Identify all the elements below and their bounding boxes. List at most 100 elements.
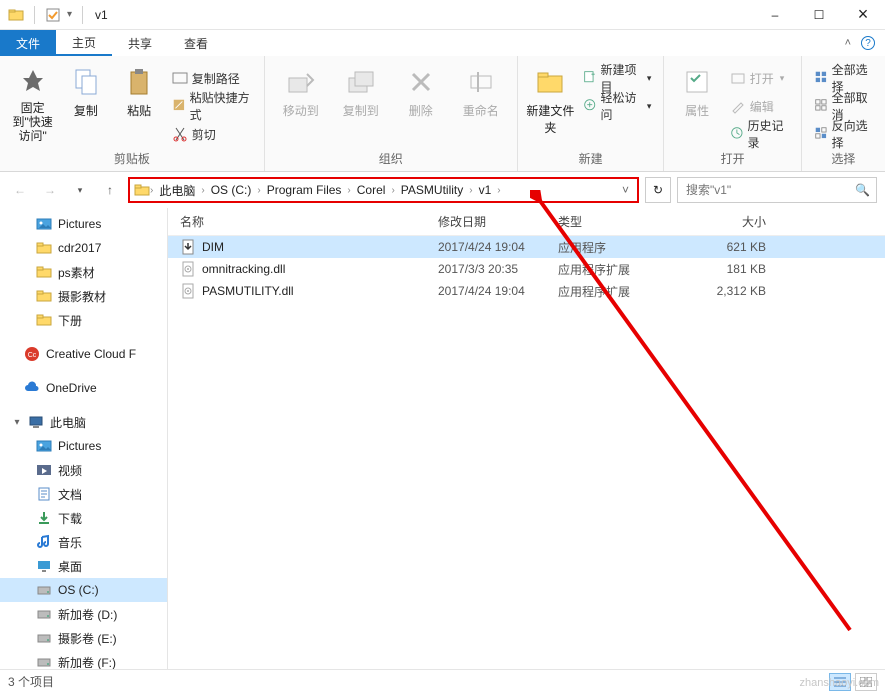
paste-button[interactable]: 粘贴 bbox=[115, 60, 164, 119]
recent-dropdown[interactable]: ▾ bbox=[68, 178, 92, 202]
sidebar-item-label: OS (C:) bbox=[58, 583, 99, 597]
sidebar-item-label: 此电脑 bbox=[50, 414, 86, 431]
up-button[interactable]: ↑ bbox=[98, 178, 122, 202]
sidebar-item[interactable]: 桌面 bbox=[0, 554, 167, 578]
chevron-right-icon[interactable]: › bbox=[201, 185, 204, 196]
sidebar-item[interactable]: 新加卷 (D:) bbox=[0, 602, 167, 626]
breadcrumb-item[interactable]: OS (C:) bbox=[207, 179, 256, 201]
sidebar-item[interactable]: 摄影卷 (E:) bbox=[0, 626, 167, 650]
edit-button[interactable]: 编辑 bbox=[726, 94, 793, 118]
column-size[interactable]: 大小 bbox=[666, 213, 786, 230]
select-none-button[interactable]: 全部取消 bbox=[810, 94, 877, 118]
chevron-right-icon[interactable]: › bbox=[469, 185, 472, 196]
cc-icon: Cc bbox=[24, 346, 40, 362]
sidebar-item[interactable]: 摄影教材 bbox=[0, 284, 167, 308]
qat-dropdown-icon[interactable]: ▾ bbox=[67, 9, 72, 20]
file-row[interactable]: PASMUTILITY.dll2017/4/24 19:04应用程序扩展2,31… bbox=[168, 280, 885, 302]
column-name[interactable]: 名称 bbox=[168, 213, 426, 230]
maximize-button[interactable]: ☐ bbox=[797, 0, 841, 30]
new-folder-button[interactable]: 新建文件夹 bbox=[526, 60, 575, 136]
refresh-button[interactable]: ↻ bbox=[645, 177, 671, 203]
pin-quick-access-button[interactable]: 固定到"快速访问" bbox=[8, 60, 57, 143]
minimize-button[interactable]: – bbox=[753, 0, 797, 30]
search-icon[interactable]: 🔍 bbox=[855, 183, 870, 197]
cut-button[interactable]: 剪切 bbox=[168, 122, 256, 146]
copy-button[interactable]: 复制 bbox=[61, 60, 110, 119]
column-date[interactable]: 修改日期 bbox=[426, 213, 546, 230]
properties-button[interactable]: 属性 bbox=[672, 60, 721, 119]
rename-button[interactable]: 重命名 bbox=[453, 60, 509, 119]
tab-file[interactable]: 文件 bbox=[0, 30, 56, 56]
sidebar-item[interactable]: OneDrive bbox=[0, 376, 167, 400]
sidebar-item[interactable]: 新加卷 (F:) bbox=[0, 650, 167, 669]
sidebar-item[interactable]: cdr2017 bbox=[0, 236, 167, 260]
column-headers[interactable]: 名称 修改日期 类型 大小 bbox=[168, 208, 885, 236]
pictures-icon bbox=[36, 438, 52, 454]
tab-home[interactable]: 主页 bbox=[56, 30, 112, 56]
chevron-right-icon[interactable]: › bbox=[497, 185, 500, 196]
open-button[interactable]: 打开▾ bbox=[726, 66, 793, 90]
ribbon-group-new: 新建文件夹 新建项目▾ 轻松访问▾ 新建 bbox=[518, 56, 665, 171]
caret-icon[interactable]: ▾ bbox=[12, 417, 22, 428]
sidebar-item[interactable]: 音乐 bbox=[0, 530, 167, 554]
chevron-right-icon[interactable]: › bbox=[257, 185, 260, 196]
help-icon[interactable]: ? bbox=[861, 36, 875, 50]
paste-shortcut-button[interactable]: 粘贴快捷方式 bbox=[168, 94, 256, 118]
checkbox-icon[interactable] bbox=[45, 7, 61, 23]
sidebar-item[interactable]: Pictures bbox=[0, 212, 167, 236]
sidebar-item[interactable]: ▾ 此电脑 bbox=[0, 410, 167, 434]
sidebar-item[interactable]: ps素材 bbox=[0, 260, 167, 284]
breadcrumb-item[interactable]: v1 bbox=[475, 179, 496, 201]
address-bar[interactable]: ›此电脑›OS (C:)›Program Files›Corel›PASMUti… bbox=[128, 177, 639, 203]
ribbon: 固定到"快速访问" 复制 粘贴 复制路径 粘贴快捷方式 剪切 剪贴板 移动到 复… bbox=[0, 56, 885, 172]
copy-to-button[interactable]: 复制到 bbox=[333, 60, 389, 119]
search-box[interactable]: 🔍 bbox=[677, 177, 877, 203]
sidebar[interactable]: Picturescdr2017ps素材摄影教材下册CcCreative Clou… bbox=[0, 208, 168, 669]
file-row[interactable]: omnitracking.dll2017/3/3 20:35应用程序扩展181 … bbox=[168, 258, 885, 280]
properties-icon bbox=[681, 66, 713, 98]
column-type[interactable]: 类型 bbox=[546, 213, 666, 230]
breadcrumb-item[interactable]: Corel bbox=[353, 179, 390, 201]
history-button[interactable]: 历史记录 bbox=[726, 122, 793, 146]
sidebar-item[interactable]: 下载 bbox=[0, 506, 167, 530]
back-button[interactable]: ← bbox=[8, 178, 32, 202]
breadcrumb-item[interactable]: PASMUtility bbox=[397, 179, 467, 201]
sidebar-item-label: 摄影教材 bbox=[58, 288, 106, 305]
address-dropdown-icon[interactable]: ˅ bbox=[618, 183, 633, 197]
ribbon-group-select: 全部选择 全部取消 反向选择 选择 bbox=[802, 56, 885, 171]
sidebar-item[interactable]: 下册 bbox=[0, 308, 167, 332]
search-input[interactable] bbox=[684, 182, 855, 198]
easy-access-button[interactable]: 轻松访问▾ bbox=[579, 94, 655, 118]
file-name: DIM bbox=[202, 240, 224, 254]
chevron-right-icon[interactable]: › bbox=[150, 185, 153, 196]
tab-view[interactable]: 查看 bbox=[168, 30, 224, 56]
sidebar-item[interactable]: CcCreative Cloud F bbox=[0, 342, 167, 366]
sidebar-item[interactable]: Pictures bbox=[0, 434, 167, 458]
close-button[interactable]: × bbox=[841, 0, 885, 30]
delete-button[interactable]: 删除 bbox=[393, 60, 449, 119]
sidebar-item-label: 下载 bbox=[58, 510, 82, 527]
svg-text:Cc: Cc bbox=[28, 352, 37, 359]
select-all-button[interactable]: 全部选择 bbox=[810, 66, 877, 90]
sidebar-item[interactable]: 视频 bbox=[0, 458, 167, 482]
new-item-button[interactable]: 新建项目▾ bbox=[579, 66, 655, 90]
move-to-button[interactable]: 移动到 bbox=[273, 60, 329, 119]
file-type: 应用程序扩展 bbox=[546, 261, 666, 278]
breadcrumb-item[interactable]: 此电脑 bbox=[155, 179, 199, 201]
file-list[interactable]: DIM2017/4/24 19:04应用程序621 KBomnitracking… bbox=[168, 236, 885, 669]
breadcrumb-item[interactable]: Program Files bbox=[263, 179, 346, 201]
easy-access-icon bbox=[583, 98, 596, 114]
forward-button[interactable]: → bbox=[38, 178, 62, 202]
chevron-right-icon[interactable]: › bbox=[391, 185, 394, 196]
ribbon-collapse-icon[interactable]: ˄ bbox=[845, 37, 851, 49]
sidebar-item[interactable]: OS (C:) bbox=[0, 578, 167, 602]
divider bbox=[82, 6, 83, 24]
edit-icon bbox=[730, 98, 746, 114]
file-row[interactable]: DIM2017/4/24 19:04应用程序621 KB bbox=[168, 236, 885, 258]
drive-icon bbox=[36, 606, 52, 622]
copy-path-button[interactable]: 复制路径 bbox=[168, 66, 256, 90]
invert-selection-button[interactable]: 反向选择 bbox=[810, 122, 877, 146]
chevron-right-icon[interactable]: › bbox=[347, 185, 350, 196]
sidebar-item[interactable]: 文档 bbox=[0, 482, 167, 506]
tab-share[interactable]: 共享 bbox=[112, 30, 168, 56]
